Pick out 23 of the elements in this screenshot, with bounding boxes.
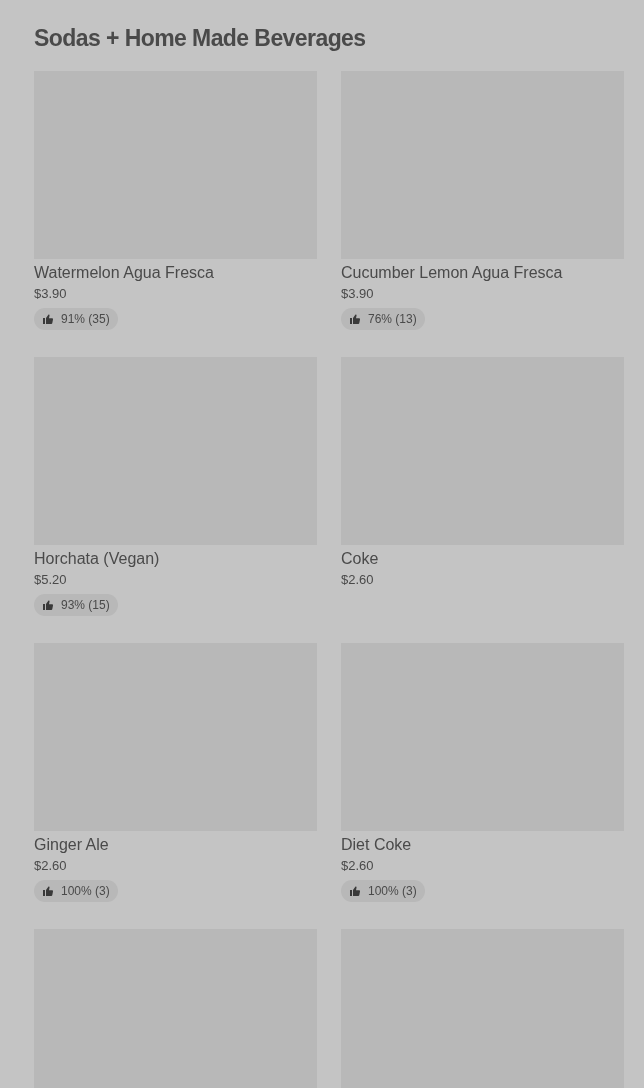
item-price: $2.60 — [34, 857, 67, 875]
item-name: Cucumber Lemon Agua Fresca — [341, 263, 563, 283]
thumbs-up-icon — [42, 885, 54, 897]
item-name: Watermelon Agua Fresca — [34, 263, 214, 283]
rating-text: 100% (3) — [368, 884, 417, 898]
thumbs-up-icon — [42, 599, 54, 611]
item-price: $2.60 — [341, 571, 374, 589]
rating-text: 76% (13) — [368, 312, 417, 326]
item-price: $5.20 — [34, 571, 67, 589]
section-title: Sodas + Home Made Beverages — [34, 24, 366, 52]
thumbs-up-icon — [42, 313, 54, 325]
item-name: Coke — [341, 549, 379, 569]
rating-text: 93% (15) — [61, 598, 110, 612]
item-price: $3.90 — [34, 285, 67, 303]
thumbs-up-icon — [349, 885, 361, 897]
rating-text: 91% (35) — [61, 312, 110, 326]
item-name: Horchata (Vegan) — [34, 549, 160, 569]
thumbs-up-icon — [349, 313, 361, 325]
item-price: $3.90 — [341, 285, 374, 303]
item-name: Diet Coke — [341, 835, 412, 855]
item-name: Ginger Ale — [34, 835, 109, 855]
item-price: $2.60 — [341, 857, 374, 875]
rating-text: 100% (3) — [61, 884, 110, 898]
